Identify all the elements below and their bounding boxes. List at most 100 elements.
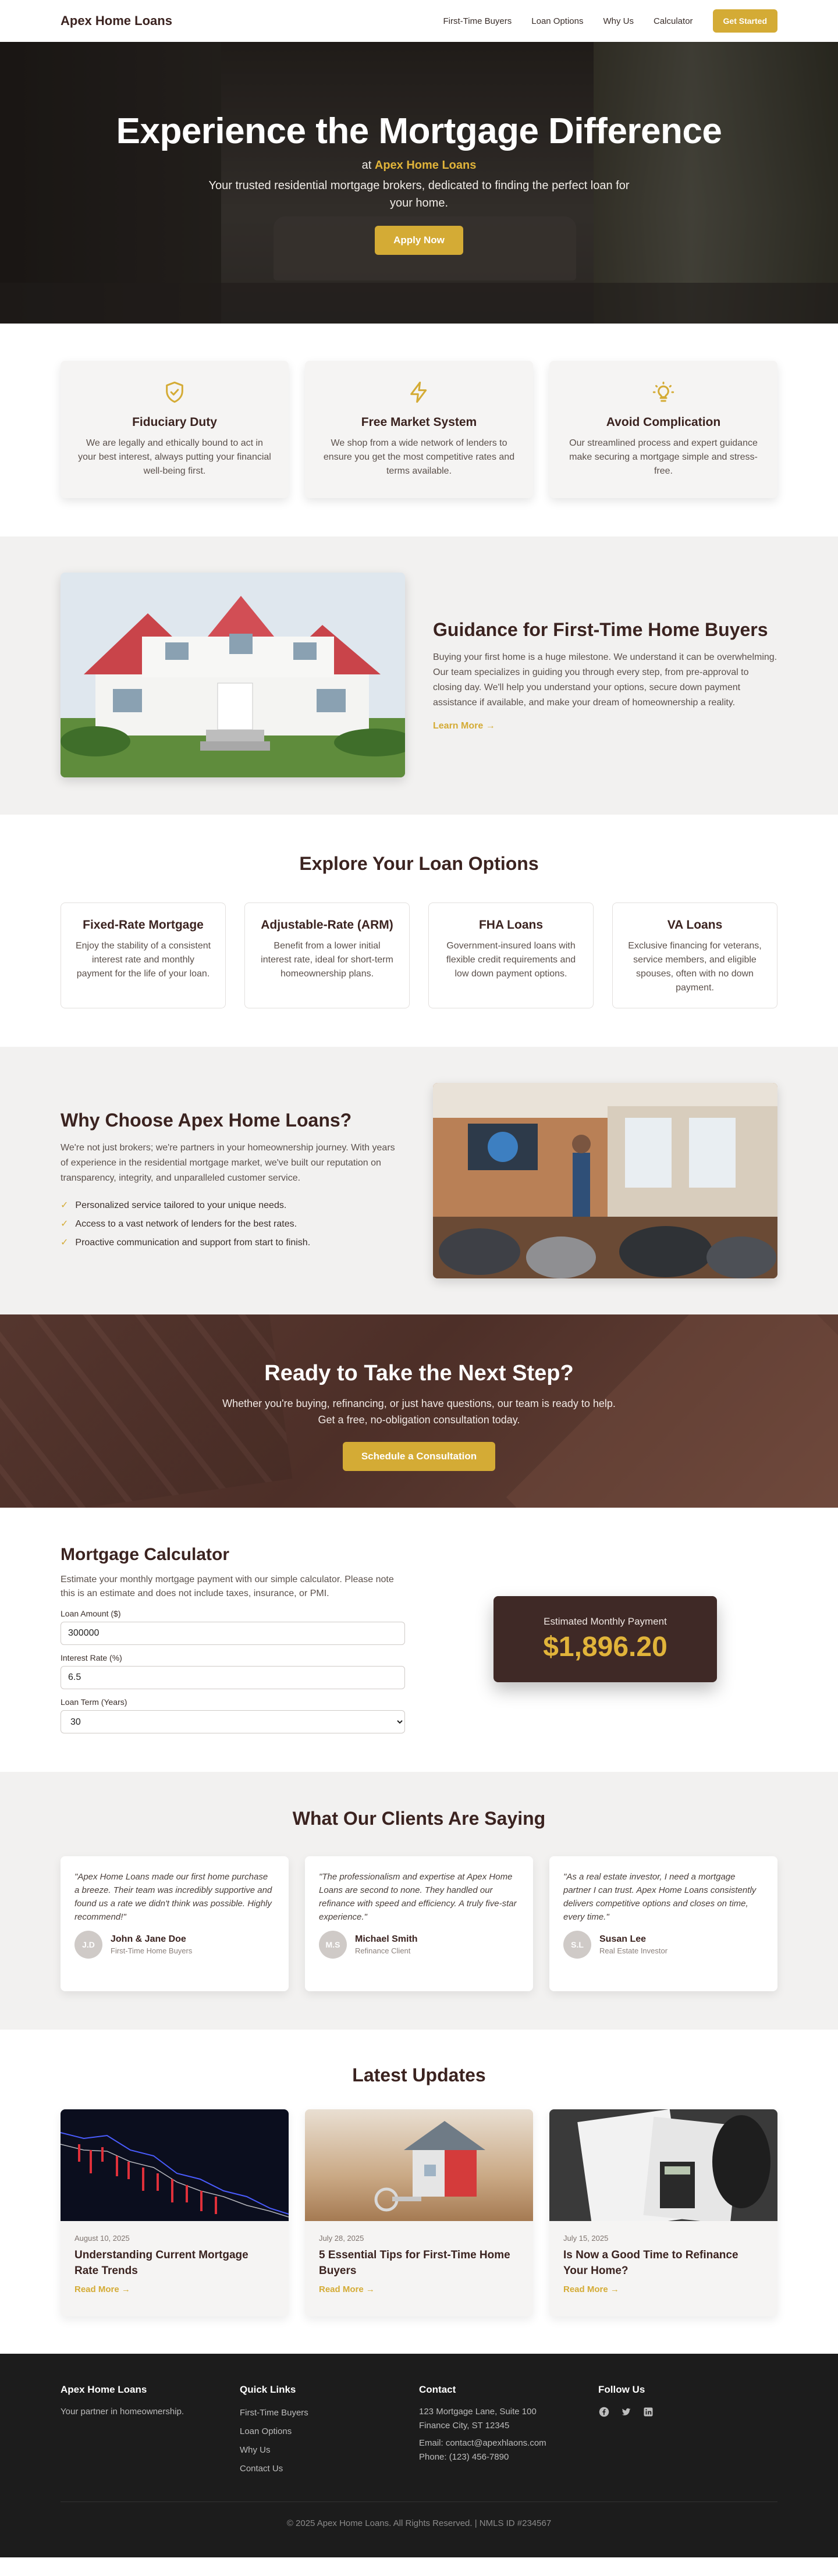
- blog-post-card[interactable]: July 28, 2025 5 Essential Tips for First…: [305, 2109, 533, 2316]
- quick-links-list: First-Time Buyers Loan Options Why Us Co…: [240, 2404, 419, 2478]
- loan-card-fha[interactable]: FHA Loans Government-insured loans with …: [428, 903, 594, 1008]
- loan-card-fixed-rate[interactable]: Fixed-Rate Mortgage Enjoy the stability …: [61, 903, 226, 1008]
- loan-amount-input[interactable]: [61, 1622, 405, 1645]
- why-point: Personalized service tailored to your un…: [75, 1200, 287, 1210]
- calculator-title: Mortgage Calculator: [61, 1545, 230, 1564]
- nav-links: First-Time Buyers Loan Options Why Us Ca…: [443, 9, 777, 33]
- why-point: Access to a vast network of lenders for …: [75, 1218, 297, 1229]
- hero-brand: Apex Home Loans: [374, 159, 477, 172]
- address-line-2: Finance City, ST 12345: [419, 2421, 510, 2431]
- nav-link-loan-options[interactable]: Loan Options: [531, 16, 583, 26]
- testimonials-section: What Our Clients Are Saying "Apex Home L…: [0, 1772, 838, 2030]
- testimonial-card: "As a real estate investor, I need a mor…: [549, 1856, 777, 1991]
- twitter-icon[interactable]: [620, 2406, 632, 2418]
- loan-options-section: Explore Your Loan Options Fixed-Rate Mor…: [0, 815, 838, 1047]
- loan-text: Benefit from a lower initial interest ra…: [261, 941, 393, 979]
- testimonial-card: "Apex Home Loans made our first home pur…: [61, 1856, 289, 1991]
- contact-phone[interactable]: Phone: (123) 456-7890: [419, 2452, 509, 2462]
- loan-amount-field: Loan Amount ($): [61, 1609, 405, 1645]
- loan-options-title: Explore Your Loan Options: [299, 853, 539, 874]
- avatar: M.S: [319, 1931, 347, 1959]
- footer-link-contact-us[interactable]: Contact Us: [240, 2464, 283, 2474]
- brand-logo[interactable]: Apex Home Loans: [61, 13, 172, 29]
- cta-section: Ready to Take the Next Step? Whether you…: [0, 1314, 838, 1508]
- facebook-icon[interactable]: [598, 2406, 610, 2418]
- footer-copyright: © 2025 Apex Home Loans. All Rights Reser…: [61, 2502, 777, 2528]
- guidance-title: Guidance for First-Time Home Buyers: [433, 619, 768, 640]
- testimonials-title: What Our Clients Are Saying: [292, 1808, 546, 1829]
- testimonials-grid: "Apex Home Loans made our first home pur…: [61, 1856, 777, 1991]
- loan-card-arm[interactable]: Adjustable-Rate (ARM) Benefit from a low…: [244, 903, 410, 1008]
- nav-link-why-us[interactable]: Why Us: [603, 16, 634, 26]
- testimonial-author: M.S Michael Smith Refinance Client: [319, 1931, 519, 1959]
- address-line-1: 123 Mortgage Lane, Suite 100: [419, 2407, 537, 2417]
- post-title[interactable]: Is Now a Good Time to Refinance Your Hom…: [563, 2247, 764, 2279]
- payment-result-card: Estimated Monthly Payment $1,896.20: [493, 1596, 717, 1682]
- author-role: First-Time Home Buyers: [111, 1946, 193, 1955]
- author-name: Susan Lee: [599, 1934, 647, 1944]
- house-keys-illustration: [374, 2121, 485, 2212]
- author-name: Michael Smith: [355, 1934, 418, 1944]
- why-point: Proactive communication and support from…: [75, 1237, 311, 1248]
- contact-title: Contact: [419, 2384, 456, 2395]
- footer-link-loan-options[interactable]: Loan Options: [240, 2426, 292, 2436]
- first-time-buyers-section: Guidance for First-Time Home Buyers Buyi…: [0, 536, 838, 815]
- nav-link-first-time-buyers[interactable]: First-Time Buyers: [443, 16, 512, 26]
- read-more-link[interactable]: Read More →: [319, 2284, 375, 2294]
- check-icon: ✓: [61, 1200, 69, 1210]
- documents-calculator-image: [549, 2109, 777, 2221]
- read-more-link[interactable]: Read More →: [563, 2284, 619, 2294]
- post-title[interactable]: Understanding Current Mortgage Rate Tren…: [74, 2247, 275, 2279]
- why-us-title: Why Choose Apex Home Loans?: [61, 1109, 352, 1131]
- blog-post-card[interactable]: July 15, 2025 Is Now a Good Time to Refi…: [549, 2109, 777, 2316]
- testimonial-quote: "The professionalism and expertise at Ap…: [319, 1872, 517, 1922]
- footer-contact-column: Contact 123 Mortgage Lane, Suite 100 Fina…: [419, 2384, 598, 2478]
- nav-link-calculator[interactable]: Calculator: [654, 16, 693, 26]
- feature-card: Free Market System We shop from a wide n…: [305, 361, 533, 498]
- footer-tagline: Your partner in homeownership.: [61, 2407, 184, 2417]
- footer-link-first-time-buyers[interactable]: First-Time Buyers: [240, 2408, 308, 2418]
- author-role: Refinance Client: [355, 1946, 411, 1955]
- interest-rate-field: Interest Rate (%): [61, 1653, 405, 1689]
- footer-brand-column: Apex Home Loans Your partner in homeowne…: [61, 2384, 240, 2478]
- documents-illustration: [577, 2109, 770, 2221]
- list-item: ✓ Access to a vast network of lenders for…: [61, 1215, 405, 1234]
- post-title[interactable]: 5 Essential Tips for First-Time Home Buy…: [319, 2247, 519, 2279]
- footer-quick-links-column: Quick Links First-Time Buyers Loan Optio…: [240, 2384, 419, 2478]
- calculator-form: Mortgage Calculator Estimate your monthl…: [61, 1545, 405, 1733]
- social-links: [598, 2406, 777, 2418]
- apply-now-button[interactable]: Apply Now: [375, 226, 463, 255]
- post-date: July 15, 2025: [563, 2234, 609, 2243]
- schedule-consultation-button[interactable]: Schedule a Consultation: [342, 1442, 496, 1471]
- avatar: J.D: [74, 1931, 102, 1959]
- contact-info: 123 Mortgage Lane, Suite 100 Finance City…: [419, 2405, 598, 2464]
- loan-title: FHA Loans: [478, 918, 544, 932]
- loan-title: Fixed-Rate Mortgage: [83, 918, 204, 932]
- read-more-link[interactable]: Read More →: [74, 2284, 130, 2294]
- hero-section: Experience the Mortgage Difference at Ap…: [0, 42, 838, 324]
- why-us-text: Why Choose Apex Home Loans? We're not ju…: [61, 1110, 405, 1252]
- interest-rate-label: Interest Rate (%): [61, 1653, 122, 1662]
- cta-title: Ready to Take the Next Step?: [264, 1361, 574, 1385]
- linkedin-icon[interactable]: [642, 2406, 654, 2418]
- loan-term-select[interactable]: 30: [61, 1710, 405, 1733]
- interest-rate-input[interactable]: [61, 1666, 405, 1689]
- get-started-button[interactable]: Get Started: [712, 9, 777, 33]
- check-icon: ✓: [61, 1237, 69, 1248]
- blog-post-card[interactable]: August 10, 2025 Understanding Current Mo…: [61, 2109, 289, 2316]
- loan-options-grid: Fixed-Rate Mortgage Enjoy the stability …: [61, 903, 777, 1008]
- loan-term-field: Loan Term (Years) 30: [61, 1697, 405, 1733]
- loan-card-va[interactable]: VA Loans Exclusive financing for veteran…: [612, 903, 777, 1008]
- contact-email[interactable]: Email: contact@apexhlaons.com: [419, 2438, 546, 2448]
- lightning-bolt-icon: [322, 381, 516, 404]
- loan-text: Enjoy the stability of a consistent inte…: [75, 941, 211, 979]
- why-us-section: Why Choose Apex Home Loans? We're not ju…: [0, 1047, 838, 1314]
- house-keys-image: [305, 2109, 533, 2221]
- testimonial-card: "The professionalism and expertise at Ap…: [305, 1856, 533, 1991]
- stock-chart-illustration: [61, 2132, 289, 2218]
- quick-links-title: Quick Links: [240, 2384, 296, 2395]
- learn-more-link[interactable]: Learn More →: [433, 721, 495, 731]
- avatar: S.L: [563, 1931, 591, 1959]
- testimonial-author: J.D John & Jane Doe First-Time Home Buye…: [74, 1931, 275, 1959]
- footer-link-why-us[interactable]: Why Us: [240, 2445, 271, 2455]
